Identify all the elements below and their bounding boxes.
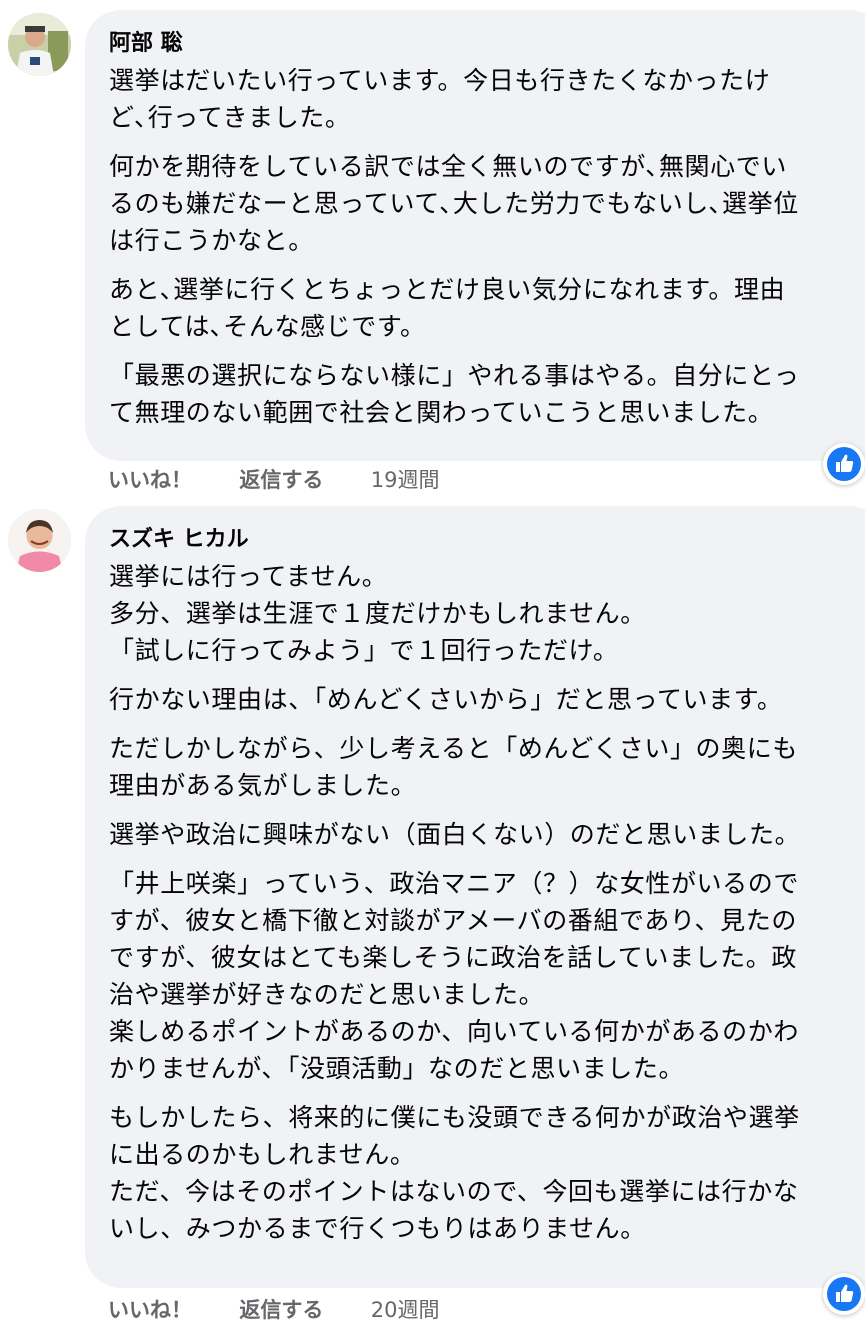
- reply-link[interactable]: 返信する: [239, 468, 323, 492]
- timestamp[interactable]: 20週間: [371, 1298, 440, 1322]
- comment-author[interactable]: スズキ ヒカル: [109, 526, 865, 554]
- like-icon: [827, 1277, 861, 1311]
- comment-paragraph: ただしかしながら、少し考えると「めんどくさい」の奥にも 理由がある気がしました。: [109, 734, 798, 800]
- comment-paragraph: 選挙には行ってません。 多分、選挙は生涯で１度だけかもしれません。 「試しに行っ…: [109, 562, 646, 665]
- comment-actions: いいね！ 返信する 19週間: [108, 466, 439, 494]
- avatar[interactable]: [8, 509, 71, 572]
- user-photo-icon: [8, 13, 71, 76]
- comment-bubble: スズキ ヒカル 選挙には行ってません。 多分、選挙は生涯で１度だけかもしれません…: [85, 506, 865, 1288]
- comment-paragraph: 「井上咲楽」っていう、政治マニア（？）な女性がいるので すが、彼女と橋下徹と対談…: [109, 869, 799, 1083]
- comment-bubble: 阿部 聡 選挙はだいたい行っています。今日も行きたくなかったけ ど､行ってきまし…: [85, 10, 865, 461]
- reply-link[interactable]: 返信する: [239, 1298, 323, 1322]
- like-link[interactable]: いいね！: [108, 468, 192, 492]
- user-photo-icon: [8, 509, 71, 572]
- reaction-badge[interactable]: [823, 443, 865, 485]
- timestamp[interactable]: 19週間: [371, 468, 440, 492]
- comment-paragraph: もしかしたら、将来的に僕にも没頭できる何かが政治や選挙 に出るのかもしれません。…: [109, 1103, 800, 1243]
- comment-paragraph: 行かない理由は、「めんどくさいから」だと思っています。: [109, 685, 783, 714]
- comment-paragraph: あと､選挙に行くとちょっとだけ良い気分になれます。理由 としては､そんな感じです…: [109, 275, 786, 341]
- like-icon: [827, 447, 861, 481]
- comment-actions: いいね！ 返信する 20週間: [108, 1296, 439, 1324]
- comment-paragraph: 選挙はだいたい行っています。今日も行きたくなかったけ ど､行ってきました。: [109, 66, 771, 132]
- comment-paragraph: 「最悪の選択にならない様に」やれる事はやる。自分にとっ て無理のない範囲で社会と…: [109, 361, 800, 427]
- comment-author[interactable]: 阿部 聡: [109, 30, 865, 58]
- comment-paragraph: 選挙や政治に興味がない（面白くない）のだと思いました。: [109, 820, 801, 849]
- comment-paragraph: 何かを期待をしている訳では全く無いのですが､無関心でい るのも嫌だなーと思ってい…: [109, 152, 799, 255]
- reaction-badge[interactable]: [823, 1273, 865, 1315]
- like-link[interactable]: いいね！: [108, 1298, 192, 1322]
- avatar[interactable]: [8, 13, 71, 76]
